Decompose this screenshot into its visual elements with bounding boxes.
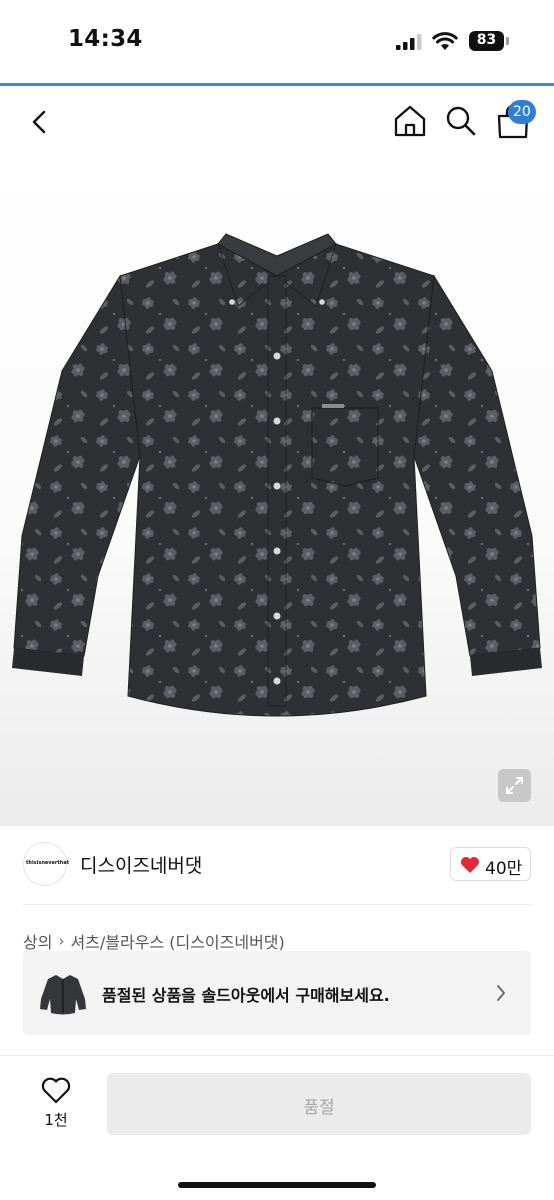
signal-icon [396, 34, 422, 50]
battery-level: 83 [476, 32, 497, 48]
heart-outline-icon [41, 1077, 71, 1104]
battery-tip [506, 37, 509, 45]
soldout-button-label: 품절 [303, 1098, 335, 1118]
product-image[interactable] [0, 156, 554, 826]
home-indicator [178, 1182, 376, 1188]
wishlist-button[interactable]: 1천 [28, 1073, 84, 1133]
brand-logo-text: thisisneverthat [26, 860, 70, 866]
soldout-banner[interactable]: 품절된 상품을 솔드아웃에서 구매해보세요. [23, 951, 531, 1035]
brand-logo[interactable]: thisisneverthat [23, 842, 70, 886]
home-button[interactable] [392, 104, 428, 138]
shirt-illustration [12, 233, 542, 717]
brand-like-count: 40만 [485, 859, 523, 879]
back-button[interactable] [24, 106, 56, 138]
chevron-right-icon [497, 985, 505, 1001]
wishlist-count: 1천 [44, 1111, 68, 1129]
top-nav-bar [0, 86, 554, 156]
chevron-right-icon: › [58, 932, 65, 950]
bag-count-badge: 20 [508, 100, 536, 124]
brand-like-button[interactable]: 40만 [450, 847, 531, 881]
status-bar: 14:34 83 [0, 0, 554, 84]
zoom-button[interactable] [498, 769, 531, 802]
expand-icon [506, 777, 523, 794]
search-button[interactable] [444, 104, 478, 138]
wifi-icon [432, 32, 458, 50]
bottom-bar-divider [0, 1055, 554, 1056]
section-divider [23, 904, 531, 905]
soldout-banner-text: 품절된 상품을 솔드아웃에서 구매해보세요. [102, 986, 390, 1005]
status-time: 14:34 [68, 26, 143, 52]
brand-name[interactable]: 디스이즈네버댓 [80, 851, 202, 878]
breadcrumb-subcategory[interactable]: 셔츠/블라우스 (디스이즈네버댓) [70, 933, 284, 952]
heart-icon [461, 857, 479, 873]
product-thumbnail [40, 975, 86, 1015]
soldout-purchase-button[interactable]: 품절 [107, 1073, 531, 1135]
breadcrumb: 상의 › 셔츠/블라우스 (디스이즈네버댓) [23, 929, 285, 953]
battery-indicator: 83 [469, 31, 509, 51]
breadcrumb-category[interactable]: 상의 [23, 933, 52, 952]
